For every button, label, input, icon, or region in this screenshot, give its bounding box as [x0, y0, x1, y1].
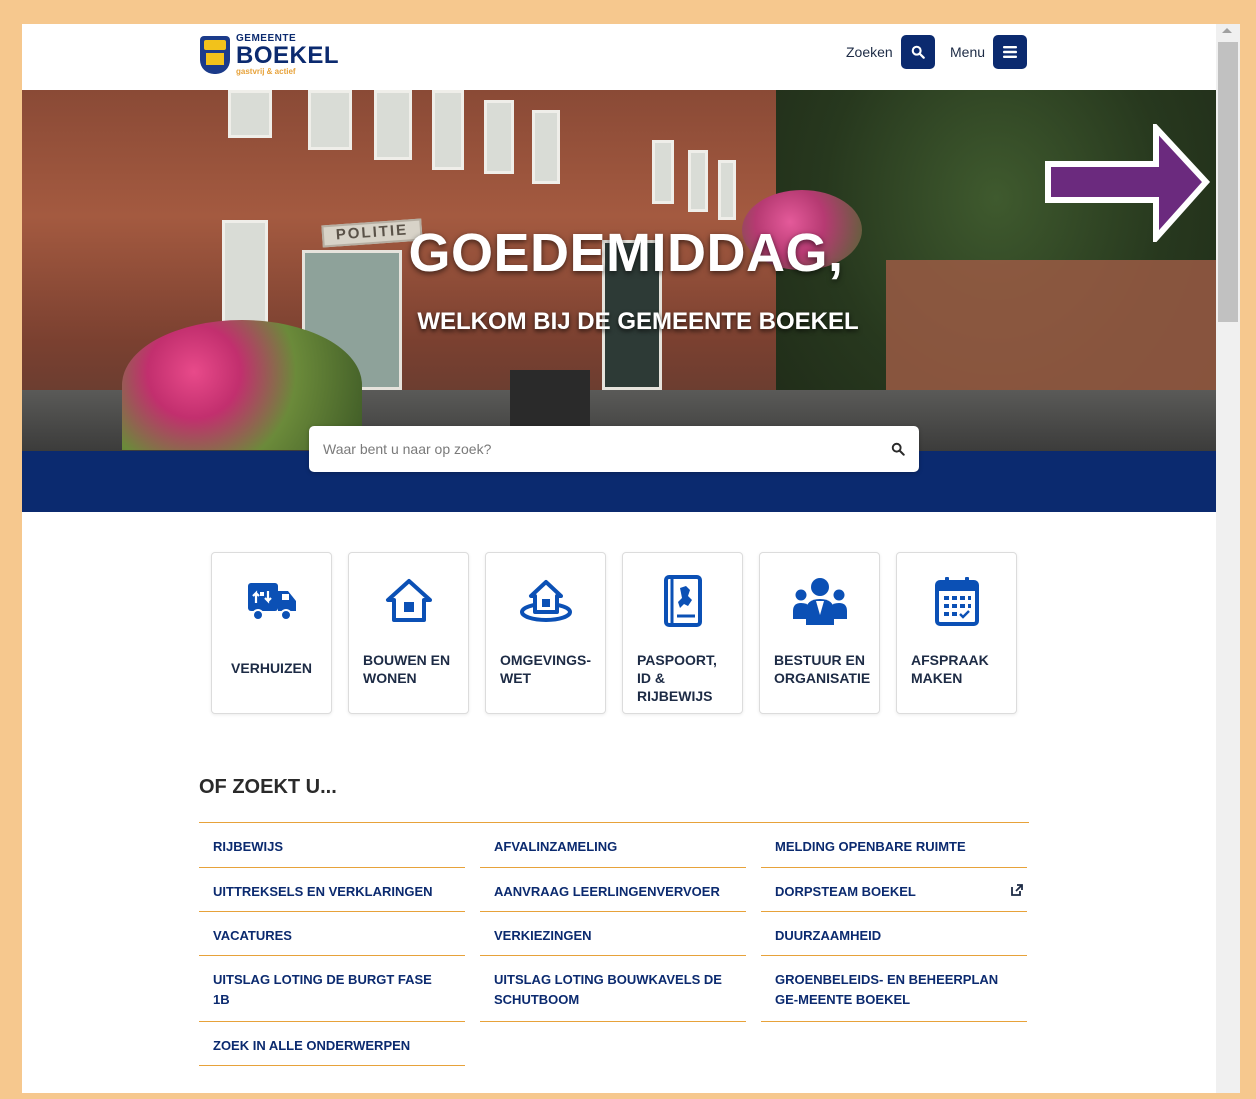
coat-of-arms-icon: [200, 36, 230, 74]
logo-name: BOEKEL: [236, 42, 340, 69]
quick-link[interactable]: VERKIEZINGEN: [480, 912, 746, 956]
vertical-scrollbar[interactable]: [1216, 24, 1240, 1093]
tile-bouwen-en-wonen[interactable]: BOUWEN EN WONEN: [348, 552, 469, 714]
tile-label: OMGEVINGS-WET: [500, 652, 592, 686]
main-search-box[interactable]: [309, 426, 919, 472]
external-link-icon: [1011, 884, 1023, 896]
tile-label: AFSPRAAK MAKEN: [911, 652, 989, 686]
quick-link[interactable]: UITSLAG LOTING BOUWKAVELS DE SCHUTBOOM: [480, 956, 746, 1022]
page: GEMEENTE BOEKEL gastvrij & actief Zoeken…: [22, 24, 1216, 1093]
tile-label: PASPOORT, ID & RIJBEWIJS: [637, 652, 717, 704]
quick-link[interactable]: UITSLAG LOTING DE BURGT FASE 1B: [199, 956, 465, 1022]
header-menu-button[interactable]: Menu: [950, 35, 1028, 69]
quick-link[interactable]: AFVALINZAMELING: [480, 823, 746, 868]
quick-link[interactable]: UITTREKSELS EN VERKLARINGEN: [199, 868, 465, 912]
hero-subtitle: WELKOM BIJ DE GEMEENTE BOEKEL: [417, 308, 859, 335]
tile-label: BESTUUR EN ORGANISATIE: [774, 652, 871, 686]
quick-link[interactable]: AANVRAAG LEERLINGENVERVOER: [480, 868, 746, 912]
menu-icon-button[interactable]: [993, 35, 1028, 69]
calendar-icon: [934, 577, 979, 626]
quick-link[interactable]: VACATURES: [199, 912, 465, 956]
tile-verhuizen[interactable]: VERHUIZEN: [211, 552, 332, 714]
site-header: GEMEENTE BOEKEL gastvrij & actief Zoeken…: [22, 24, 1216, 90]
passport-icon: [663, 575, 702, 627]
link-row: UITTREKSELS EN VERKLARINGEN AANVRAAG LEE…: [199, 868, 1029, 912]
search-input[interactable]: [323, 441, 891, 457]
tile-label: VERHUIZEN: [231, 660, 312, 676]
moving-truck-icon: [247, 583, 296, 621]
quick-link[interactable]: MELDING OPENBARE RUIMTE: [761, 823, 1027, 868]
house-icon: [385, 579, 432, 622]
quick-link-label: DORPSTEAM BOEKEL: [775, 884, 916, 899]
link-row: ZOEK IN ALLE ONDERWERPEN: [199, 1022, 1029, 1066]
land-house-icon: [519, 580, 572, 622]
quick-links-list: RIJBEWIJS AFVALINZAMELING MELDING OPENBA…: [199, 822, 1029, 1066]
quick-link[interactable]: ZOEK IN ALLE ONDERWERPEN: [199, 1022, 465, 1066]
hero-banner: POLITIE GOEDEMIDDAG, WELKOM BIJ DE GEMEE…: [22, 90, 1216, 451]
browser-viewport: GEMEENTE BOEKEL gastvrij & actief Zoeken…: [22, 24, 1240, 1093]
site-logo[interactable]: GEMEENTE BOEKEL gastvrij & actief: [200, 34, 339, 76]
right-arrow-icon: [1045, 124, 1210, 242]
header-search-label: Zoeken: [846, 44, 893, 60]
tile-paspoort-id-rijbewijs[interactable]: PASPOORT, ID & RIJBEWIJS: [622, 552, 743, 714]
tile-afspraak-maken[interactable]: AFSPRAAK MAKEN: [896, 552, 1017, 714]
hero-title: GOEDEMIDDAG,: [408, 223, 844, 283]
scroll-up-arrow-icon[interactable]: [1222, 28, 1232, 33]
hamburger-icon: [1003, 46, 1018, 58]
search-icon[interactable]: [891, 442, 905, 456]
quick-link[interactable]: DUURZAAMHEID: [761, 912, 1027, 956]
tile-label: BOUWEN EN WONEN: [363, 652, 451, 686]
quick-link-external[interactable]: DORPSTEAM BOEKEL: [761, 868, 1027, 912]
people-icon: [792, 578, 847, 625]
logo-tagline: gastvrij & actief: [236, 67, 296, 76]
header-search-button[interactable]: Zoeken: [846, 35, 935, 69]
search-icon: [911, 45, 925, 59]
quick-link[interactable]: RIJBEWIJS: [199, 823, 465, 868]
scrollbar-thumb[interactable]: [1218, 42, 1238, 322]
header-menu-label: Menu: [950, 44, 986, 60]
link-row: UITSLAG LOTING DE BURGT FASE 1B UITSLAG …: [199, 956, 1029, 1022]
link-row: VACATURES VERKIEZINGEN DUURZAAMHEID: [199, 912, 1029, 956]
search-icon-button[interactable]: [900, 35, 935, 69]
task-tiles: VERHUIZEN BOUWEN EN WONEN OMGEVINGS-WET …: [211, 552, 1017, 714]
tile-omgevingswet[interactable]: OMGEVINGS-WET: [485, 552, 606, 714]
tile-bestuur-en-organisatie[interactable]: BESTUUR EN ORGANISATIE: [759, 552, 880, 714]
quick-links-title: OF ZOEKT U...: [199, 776, 337, 798]
quick-link[interactable]: GROENBELEIDS- EN BEHEERPLAN GE-MEENTE BO…: [761, 956, 1027, 1022]
link-row: RIJBEWIJS AFVALINZAMELING MELDING OPENBA…: [199, 823, 1029, 868]
